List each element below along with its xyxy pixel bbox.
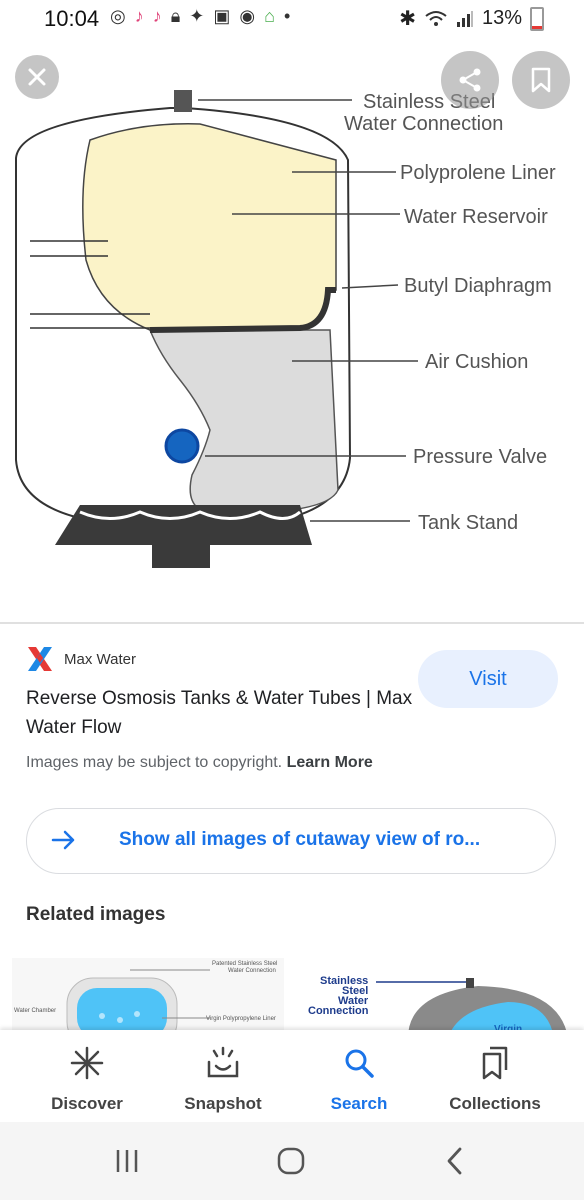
nav-snapshot-label: Snapshot	[184, 1094, 262, 1113]
thumb1-label-patented: Patented Stainless Steel	[212, 961, 277, 967]
divider	[0, 622, 584, 624]
google-home-icon: ⌂	[264, 6, 275, 26]
steel-connection	[174, 90, 192, 112]
status-bar: 10:04 ◎ ♪ ♪ 🔒︎ ✦ ▣ ◉ ⌂ • ✱ 13%	[0, 0, 584, 40]
app-icon: ◉	[239, 6, 256, 26]
label-air-cushion: Air Cushion	[425, 351, 528, 373]
lock-icon: 🔒︎	[170, 6, 181, 26]
tank-cutaway-diagram: Stainless Steel Water Connection Polypro…	[15, 90, 556, 568]
status-left-icons: ◎ ♪ ♪ 🔒︎ ✦ ▣ ◉ ⌂ •	[110, 6, 290, 27]
tank-stand	[55, 505, 312, 568]
recent-apps-icon[interactable]	[114, 1148, 140, 1174]
asterisk-icon	[70, 1046, 104, 1080]
label-polyprolene-liner: Polyprolene Liner	[400, 162, 556, 184]
whatsapp-status-icon: ◎	[110, 6, 126, 26]
system-navigation-bar	[0, 1122, 584, 1200]
thumb1-label-water-chamber: Water Chamber	[14, 1008, 56, 1014]
collections-icon	[482, 1046, 508, 1080]
video-icon: ▣	[213, 6, 231, 26]
thumb1-label-water-connection: Water Connection	[228, 968, 276, 974]
status-time: 10:04	[44, 6, 100, 31]
search-icon	[345, 1049, 374, 1078]
image-preview: Stainless Steel Water Connection Polypro…	[0, 40, 584, 620]
show-all-images-button[interactable]: Show all images of cutaway view of ro...	[26, 808, 556, 874]
water-reservoir-region	[82, 123, 337, 331]
learn-more-link[interactable]: Learn More	[287, 754, 373, 771]
related-thumbnail-1-graphic: Patented Stainless Steel Water Connectio…	[14, 961, 277, 1038]
label-pressure-valve: Pressure Valve	[413, 446, 547, 468]
share-button[interactable]	[441, 51, 499, 109]
save-to-collection-button[interactable]	[512, 51, 570, 109]
nav-search[interactable]: Search	[294, 1044, 424, 1114]
close-button[interactable]	[15, 55, 59, 99]
related-image-thumbnail[interactable]: Patented Stainless Steel Water Connectio…	[12, 958, 284, 1038]
thumb2-label-connection: Connection	[308, 1005, 369, 1017]
tiktok-icon: ♪	[152, 6, 162, 26]
source-name: Max Water	[64, 650, 136, 668]
max-water-logo-icon	[28, 647, 52, 671]
result-title[interactable]: Reverse Osmosis Tanks & Water Tubes | Ma…	[26, 684, 416, 742]
status-right-icons: ✱ 13%	[399, 6, 544, 31]
label-tank-stand: Tank Stand	[418, 512, 518, 534]
thumb1-label-virgin-liner: Virgin Polypropylene Liner	[206, 1016, 276, 1022]
nav-discover-label: Discover	[51, 1094, 123, 1113]
related-images-heading: Related images	[26, 904, 166, 925]
copyright-text: Images may be subject to copyright.	[26, 754, 283, 771]
show-all-label: Show all images of cutaway view of ro...	[119, 829, 481, 850]
related-image-thumbnail[interactable]: Stainless Steel Water Connection Virgin	[298, 958, 570, 1038]
label-butyl-diaphragm: Butyl Diaphragm	[404, 275, 552, 297]
label-water-reservoir: Water Reservoir	[404, 206, 548, 228]
arrow-right-icon	[51, 830, 75, 850]
copyright-notice: Images may be subject to copyright. Lear…	[26, 754, 373, 772]
twitter-icon: ✦	[189, 6, 205, 26]
nav-collections[interactable]: Collections	[430, 1044, 560, 1114]
close-icon	[28, 68, 46, 86]
battery-percent: 13%	[481, 7, 522, 29]
nav-snapshot[interactable]: Snapshot	[158, 1044, 288, 1114]
nav-discover[interactable]: Discover	[22, 1044, 152, 1114]
tiktok-icon: ♪	[134, 6, 144, 26]
signal-icon	[456, 10, 473, 27]
bookmark-icon	[531, 67, 551, 93]
bluetooth-icon: ✱	[399, 8, 416, 30]
bottom-navigation: Discover Snapshot Search Collections	[0, 1030, 584, 1122]
nav-search-label: Search	[330, 1094, 388, 1113]
nav-collections-label: Collections	[449, 1094, 541, 1113]
visit-button[interactable]: Visit	[418, 650, 558, 708]
wifi-icon	[425, 10, 447, 26]
snapshot-icon	[207, 1046, 239, 1078]
home-icon[interactable]	[276, 1146, 306, 1176]
dot-icon: •	[284, 6, 291, 26]
share-icon	[459, 68, 481, 92]
source-row[interactable]: Max Water	[26, 645, 136, 673]
battery-icon	[530, 6, 544, 31]
pressure-valve	[164, 428, 200, 464]
related-thumbnail-2-graphic: Stainless Steel Water Connection Virgin	[298, 958, 570, 1038]
back-icon[interactable]	[444, 1146, 466, 1176]
label-water-connection: Water Connection	[344, 113, 503, 135]
